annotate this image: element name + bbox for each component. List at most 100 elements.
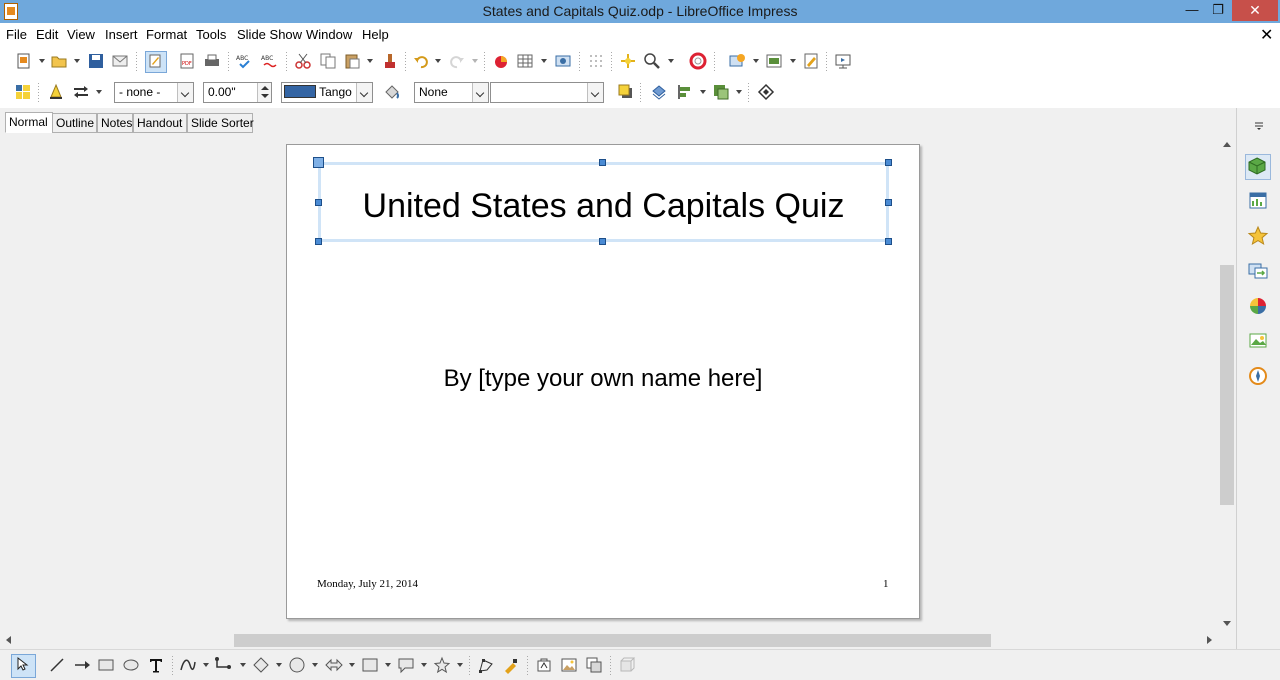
chart-icon[interactable] bbox=[492, 52, 510, 70]
cut-icon[interactable] bbox=[294, 52, 312, 70]
menu-view[interactable]: View bbox=[67, 27, 95, 42]
vertical-scrollbar[interactable] bbox=[1218, 134, 1236, 632]
clone-formatting-icon[interactable] bbox=[381, 52, 399, 70]
print-icon[interactable] bbox=[203, 52, 221, 70]
master-slides-icon[interactable] bbox=[1247, 190, 1269, 212]
resize-handle[interactable] bbox=[313, 157, 324, 168]
resize-handle[interactable] bbox=[599, 159, 606, 166]
vertical-scroll-thumb[interactable] bbox=[1220, 265, 1234, 505]
styles-icon[interactable] bbox=[1247, 295, 1269, 317]
block-arrows-icon[interactable] bbox=[325, 656, 343, 674]
flowchart-icon[interactable] bbox=[361, 656, 379, 674]
grid-icon[interactable] bbox=[587, 52, 605, 70]
slide-subtitle[interactable]: By [type your own name here] bbox=[287, 365, 919, 393]
select-anchor-icon[interactable] bbox=[757, 83, 775, 101]
connector-dropdown-icon[interactable] bbox=[239, 662, 247, 668]
resize-handle[interactable] bbox=[599, 238, 606, 245]
redo-dropdown-icon[interactable] bbox=[471, 58, 479, 64]
extrusion-icon[interactable] bbox=[585, 656, 603, 674]
basic-shapes-dropdown-icon[interactable] bbox=[275, 662, 283, 668]
tab-notes[interactable]: Notes bbox=[97, 113, 133, 133]
scroll-up-icon[interactable] bbox=[1223, 142, 1231, 147]
zoom-dropdown-icon[interactable] bbox=[667, 58, 675, 64]
table-dropdown-icon[interactable] bbox=[540, 58, 548, 64]
block-arrows-dropdown-icon[interactable] bbox=[348, 662, 356, 668]
callouts-dropdown-icon[interactable] bbox=[420, 662, 428, 668]
spellcheck-icon[interactable]: ABC bbox=[236, 52, 254, 70]
slide-canvas[interactable]: United States and Capitals Quiz By [type… bbox=[286, 144, 920, 619]
flowchart-dropdown-icon[interactable] bbox=[384, 662, 392, 668]
curve-tool-icon[interactable] bbox=[179, 656, 197, 674]
autospellcheck-icon[interactable]: ABC bbox=[261, 52, 279, 70]
helplines-icon[interactable] bbox=[619, 52, 637, 70]
resize-handle[interactable] bbox=[315, 199, 322, 206]
start-slideshow-icon[interactable] bbox=[834, 52, 852, 70]
chevron-down-icon[interactable] bbox=[472, 83, 488, 102]
paste-icon[interactable] bbox=[343, 52, 361, 70]
chevron-down-icon[interactable] bbox=[356, 83, 372, 102]
menu-tools[interactable]: Tools bbox=[196, 27, 226, 42]
stars-icon[interactable] bbox=[433, 656, 451, 674]
help-icon[interactable] bbox=[689, 52, 707, 70]
new-document-icon[interactable] bbox=[15, 52, 33, 70]
resize-handle[interactable] bbox=[315, 238, 322, 245]
text-tool-icon[interactable] bbox=[147, 656, 165, 674]
master-slide-icon[interactable] bbox=[802, 52, 820, 70]
close-document-button[interactable]: ✕ bbox=[1260, 25, 1273, 45]
display-views-icon[interactable] bbox=[554, 52, 572, 70]
redo-icon[interactable] bbox=[448, 52, 466, 70]
align-icon[interactable] bbox=[676, 83, 694, 101]
copy-icon[interactable] bbox=[319, 52, 337, 70]
minimize-button[interactable]: — bbox=[1178, 0, 1206, 21]
insert-image-icon[interactable] bbox=[560, 656, 578, 674]
spin-button-icon[interactable] bbox=[257, 83, 271, 102]
connector-tool-icon[interactable] bbox=[214, 656, 232, 674]
navigator-icon[interactable] bbox=[1247, 365, 1269, 387]
slide-design-dropdown-icon[interactable] bbox=[789, 58, 797, 64]
arrow-style-icon[interactable] bbox=[72, 83, 90, 101]
shadow-icon[interactable] bbox=[617, 83, 635, 101]
resize-handle[interactable] bbox=[885, 238, 892, 245]
open-folder-icon[interactable] bbox=[50, 52, 68, 70]
new-dropdown-icon[interactable] bbox=[38, 58, 46, 64]
curve-dropdown-icon[interactable] bbox=[202, 662, 210, 668]
transformations-icon[interactable] bbox=[650, 83, 668, 101]
symbol-shapes-dropdown-icon[interactable] bbox=[311, 662, 319, 668]
menu-slide-show[interactable]: Slide Show bbox=[237, 27, 302, 42]
area-style-icon[interactable] bbox=[383, 83, 401, 101]
tab-outline[interactable]: Outline bbox=[52, 113, 97, 133]
line-width-field[interactable]: 0.00" bbox=[203, 82, 272, 103]
slide-design-icon[interactable] bbox=[765, 52, 783, 70]
toggle-3d-icon[interactable] bbox=[618, 656, 636, 674]
email-icon[interactable] bbox=[111, 52, 129, 70]
menu-window[interactable]: Window bbox=[306, 27, 352, 42]
resize-handle[interactable] bbox=[885, 199, 892, 206]
arrow-line-tool-icon[interactable] bbox=[73, 656, 91, 674]
zoom-icon[interactable] bbox=[643, 52, 661, 70]
menu-edit[interactable]: Edit bbox=[36, 27, 58, 42]
area-style-select[interactable]: None bbox=[414, 82, 489, 103]
menu-file[interactable]: File bbox=[6, 27, 27, 42]
undo-dropdown-icon[interactable] bbox=[434, 58, 442, 64]
arrange-dropdown-icon[interactable] bbox=[735, 89, 743, 95]
undo-icon[interactable] bbox=[412, 52, 430, 70]
symbol-shapes-icon[interactable] bbox=[288, 656, 306, 674]
slide-title[interactable]: United States and Capitals Quiz bbox=[321, 187, 886, 226]
close-window-button[interactable]: ✕ bbox=[1232, 0, 1278, 21]
save-icon[interactable] bbox=[87, 52, 105, 70]
maximize-button[interactable]: ❐ bbox=[1204, 0, 1232, 21]
arrange-icon[interactable] bbox=[712, 83, 730, 101]
points-icon[interactable] bbox=[477, 656, 495, 674]
horizontal-scroll-thumb[interactable] bbox=[234, 634, 991, 647]
line-style-select[interactable]: - none - bbox=[114, 82, 194, 103]
chevron-down-icon[interactable] bbox=[177, 83, 193, 102]
ellipse-tool-icon[interactable] bbox=[122, 656, 140, 674]
scroll-left-icon[interactable] bbox=[6, 636, 11, 644]
sidebar-menu-icon[interactable] bbox=[1252, 118, 1266, 132]
gallery-icon[interactable] bbox=[1247, 330, 1269, 352]
menu-insert[interactable]: Insert bbox=[105, 27, 138, 42]
scroll-down-icon[interactable] bbox=[1223, 621, 1231, 626]
select-arrow-icon[interactable] bbox=[11, 654, 36, 678]
scroll-right-icon[interactable] bbox=[1207, 636, 1212, 644]
menu-format[interactable]: Format bbox=[146, 27, 187, 42]
